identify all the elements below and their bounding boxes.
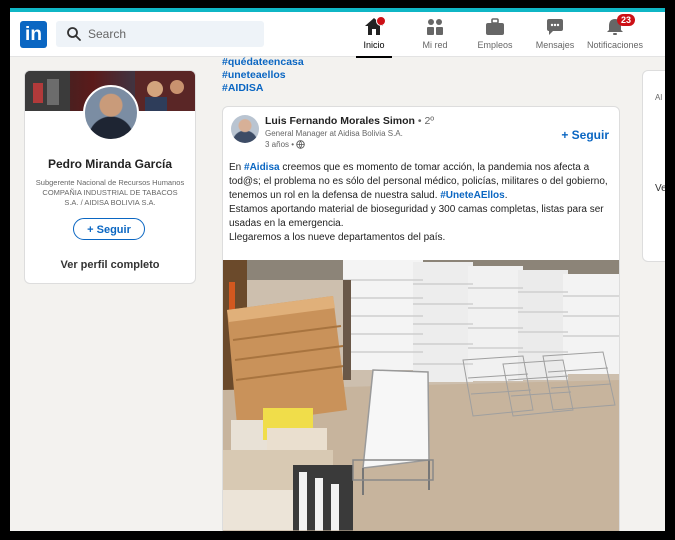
profile-headline: Subgerente Nacional de Recursos Humanos …: [35, 178, 185, 207]
search-icon: [67, 27, 81, 41]
hashtag-uneteaellos[interactable]: #UneteAEllos: [440, 190, 504, 201]
feed-post: Luis Fernando Morales Simon • 2º General…: [222, 106, 620, 531]
right-card-link[interactable]: Ve: [655, 183, 665, 194]
profile-avatar[interactable]: [83, 85, 139, 141]
right-sidebar-card: Al Ve: [642, 70, 665, 262]
author-avatar[interactable]: [231, 115, 259, 143]
post-follow-button[interactable]: + Seguir: [561, 128, 609, 142]
globe-icon: [296, 140, 305, 149]
profile-card: Pedro Miranda García Subgerente Nacional…: [24, 70, 196, 284]
author-name-text: Luis Fernando Morales Simon: [265, 115, 415, 127]
top-navbar: in Inicio Mi red: [10, 12, 665, 58]
right-card-text: Al: [655, 93, 663, 102]
post-photo[interactable]: [223, 260, 619, 531]
nav-network[interactable]: Mi red: [413, 16, 457, 54]
hashtag-link[interactable]: #AIDISA: [222, 82, 617, 95]
nav-home[interactable]: Inicio: [352, 16, 396, 58]
messages-icon: [547, 19, 563, 35]
post-paragraph: Estamos aportando material de biosegurid…: [229, 204, 604, 229]
hashtag-link[interactable]: #quédateencasa: [222, 56, 617, 69]
profile-name[interactable]: Pedro Miranda García: [25, 157, 195, 171]
post-time-text: 3 años •: [265, 140, 295, 149]
previous-post-hashtags: #quédateencasa #uneteaellos #AIDISA: [222, 56, 617, 108]
briefcase-icon: [486, 18, 504, 35]
post-timestamp: 3 años •: [265, 140, 305, 149]
network-icon: [427, 19, 443, 35]
nav-network-label: Mi red: [422, 40, 448, 50]
nav-jobs-label: Empleos: [477, 40, 513, 50]
nav-home-label: Inicio: [363, 40, 385, 50]
warehouse-beds-photo: [223, 260, 619, 531]
search-input[interactable]: [88, 25, 253, 43]
author-name[interactable]: Luis Fernando Morales Simon • 2º: [265, 115, 434, 127]
author-title: General Manager at Aidisa Bolivia S.A.: [265, 129, 403, 138]
home-notification-dot: [376, 16, 386, 26]
post-paragraph: Llegaremos a los nueve departamentos del…: [229, 232, 446, 243]
nav-notifications[interactable]: 23 Notificaciones: [584, 14, 646, 54]
search-box[interactable]: [56, 21, 264, 47]
post-body: En #Aidisa creemos que es momento de tom…: [229, 161, 613, 245]
nav-notifications-label: Notificaciones: [586, 40, 644, 50]
post-paragraph: En #Aidisa creemos que es momento de tom…: [229, 162, 608, 201]
nav-messages[interactable]: Mensajes: [530, 16, 580, 54]
hashtag-link[interactable]: #uneteaellos: [222, 69, 617, 82]
app-window: in Inicio Mi red: [0, 0, 675, 540]
linkedin-logo[interactable]: in: [20, 21, 47, 48]
notifications-badge: 23: [617, 14, 636, 26]
nav-messages-label: Mensajes: [535, 40, 575, 50]
profile-follow-button[interactable]: + Seguir: [73, 218, 145, 240]
connection-degree: • 2º: [414, 115, 435, 127]
view-full-profile-link[interactable]: Ver perfil completo: [25, 259, 195, 271]
nav-jobs[interactable]: Empleos: [470, 16, 520, 54]
hashtag-aidisa[interactable]: #Aidisa: [244, 162, 280, 173]
